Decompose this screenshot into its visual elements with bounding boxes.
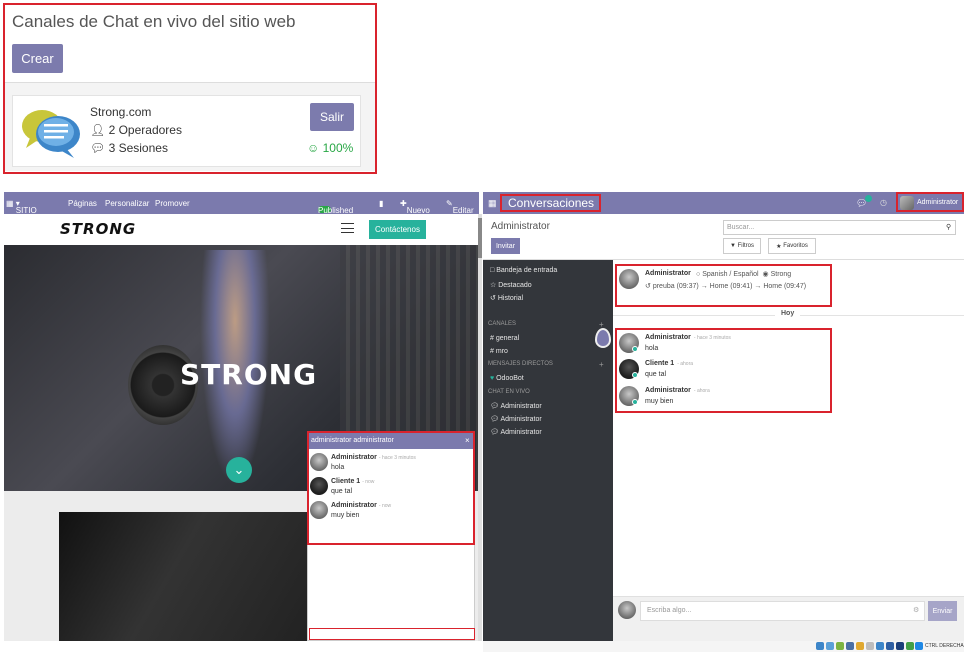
add-direct-icon[interactable]: + (599, 360, 604, 369)
message-thread (613, 260, 964, 641)
send-button[interactable]: Enviar (928, 601, 957, 621)
mobile-preview-icon[interactable]: ▮ (379, 199, 383, 208)
star-icon: ☆ (490, 282, 497, 289)
edit-button[interactable]: ✎ Editar (446, 199, 474, 215)
heart-icon: ♥ (490, 375, 495, 382)
star-icon: ★ (776, 243, 782, 250)
hamburger-icon[interactable] (341, 223, 354, 233)
hashtag-icon: # (490, 348, 494, 355)
highlight-box (500, 194, 601, 212)
filter-icon: ▼ (730, 243, 736, 249)
livechat-header: CHAT EN VIVO (488, 389, 530, 395)
sidebar-item-inbox[interactable]: □ Bandeja de entrada (490, 267, 557, 274)
sidebar-item-history[interactable]: ↺ Historial (490, 294, 523, 302)
hero-title: STRONG (180, 358, 318, 391)
site-logo[interactable]: STRONG (60, 220, 136, 238)
app-icon[interactable] (896, 642, 904, 650)
channels-header[interactable]: CANALES (488, 321, 516, 327)
search-input[interactable] (723, 220, 956, 235)
comment-icon: 💬︎ (490, 403, 499, 410)
nav-promote[interactable]: Promover (155, 199, 190, 208)
search-icon[interactable]: ⚲ (946, 223, 951, 231)
app-icon[interactable] (876, 642, 884, 650)
filters-button[interactable]: ▼ Filtros (723, 238, 761, 254)
day-separator: Hoy (775, 310, 801, 317)
app-icon[interactable] (816, 642, 824, 650)
avatar (618, 601, 636, 619)
direct-messages-header[interactable]: MENSAJES DIRECTOS (488, 361, 553, 367)
inbox-icon: □ (490, 267, 495, 274)
website-scrollbar[interactable] (478, 214, 482, 641)
breadcrumb: Administrator (491, 221, 550, 232)
favorites-button[interactable]: ★ Favoritos (768, 238, 816, 254)
taskbar-label: CTRL DERECHA (925, 643, 964, 649)
nav-pages[interactable]: Páginas (68, 199, 97, 208)
app-icon[interactable] (906, 642, 914, 650)
hashtag-icon: # (490, 335, 494, 342)
highlight-box (307, 431, 475, 545)
app-icon[interactable] (856, 642, 864, 650)
highlight-box (615, 328, 832, 413)
section-photo (59, 512, 309, 641)
highlight-box (896, 192, 964, 212)
website-navbar: ▦ SITIO WEB ▾ Páginas Personalizar Promo… (4, 192, 479, 224)
apps-icon[interactable]: ▦ (488, 198, 497, 209)
livechat-input[interactable] (309, 628, 475, 640)
clock-icon[interactable]: ◷ (880, 198, 887, 207)
apps-menu[interactable]: ▦ SITIO WEB ▾ (6, 199, 37, 224)
new-button[interactable]: ✚ Nuevo (400, 199, 430, 215)
history-icon: ↺ (490, 295, 496, 302)
highlight-box (615, 264, 832, 307)
app-icon[interactable] (826, 642, 834, 650)
notification-badge (865, 195, 872, 202)
app-icon[interactable] (886, 642, 894, 650)
sidebar-item-livechat[interactable]: 💬︎ Administrator (490, 402, 542, 410)
sidebar-item-general[interactable]: # general (490, 335, 519, 342)
gear-icon[interactable]: ⚙ (913, 606, 919, 614)
comment-icon: 💬︎ (490, 416, 499, 423)
sidebar-item-mro[interactable]: # mro (490, 348, 508, 355)
invite-button[interactable]: Invitar (491, 238, 520, 254)
contact-button[interactable]: Contáctenos (369, 220, 426, 239)
website-scroll-thumb[interactable] (478, 218, 482, 258)
discuss-sidebar (483, 260, 613, 641)
nav-customize[interactable]: Personalizar (105, 199, 149, 208)
sidebar-item-livechat[interactable]: 💬︎ Administrator (490, 428, 542, 436)
app-icon[interactable] (836, 642, 844, 650)
drag-handle-icon[interactable] (595, 328, 611, 348)
app-icon[interactable] (846, 642, 854, 650)
sidebar-item-odoobot[interactable]: ♥ OdooBot (490, 375, 524, 382)
highlight-box (3, 3, 377, 174)
message-placeholder: Escriba algo... (647, 607, 692, 614)
app-icon[interactable] (915, 642, 923, 650)
app-icon[interactable] (866, 642, 874, 650)
scroll-down-icon[interactable]: ⌄ (226, 457, 252, 483)
sidebar-item-livechat[interactable]: 💬︎ Administrator (490, 415, 542, 423)
search-placeholder: Buscar... (727, 224, 755, 231)
sidebar-item-starred[interactable]: ☆ Destacado (490, 281, 532, 289)
comment-icon: 💬︎ (490, 429, 499, 436)
